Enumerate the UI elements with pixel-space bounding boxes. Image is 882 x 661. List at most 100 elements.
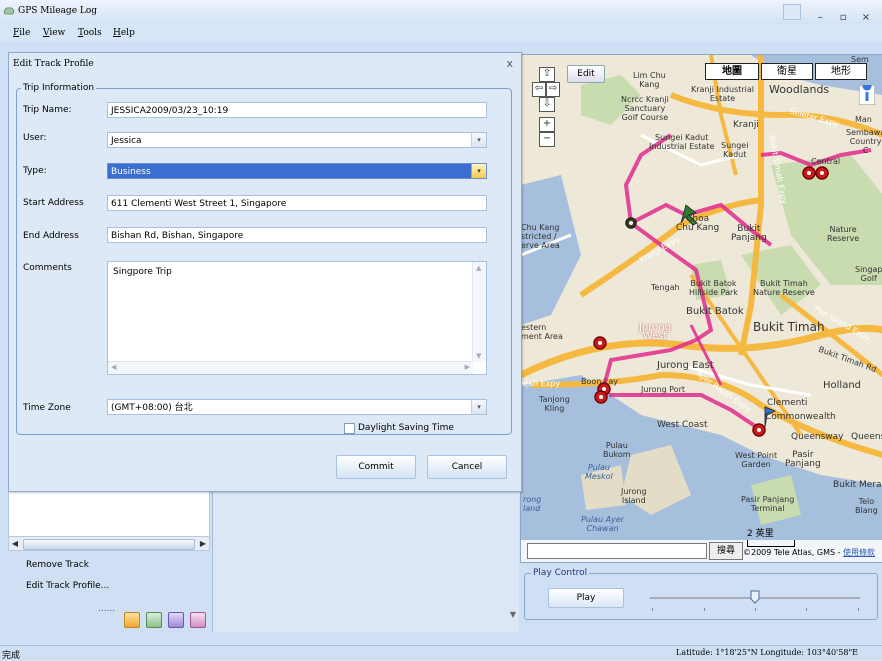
map-label: Sembawa Country C bbox=[846, 128, 882, 155]
map-label: Tengah bbox=[651, 283, 680, 292]
track-marker[interactable] bbox=[752, 423, 766, 437]
map-label: Jurong Port bbox=[641, 385, 685, 394]
map-edit-button[interactable]: Edit bbox=[567, 65, 605, 83]
map-label: West Coast bbox=[657, 420, 708, 430]
menu-help[interactable]: Help bbox=[113, 28, 135, 38]
zoom-out-icon[interactable]: − bbox=[539, 132, 555, 147]
trip-information-label: Trip Information bbox=[23, 83, 95, 93]
menu-view[interactable]: View bbox=[43, 28, 65, 38]
play-control-panel: Play Control Play bbox=[520, 566, 882, 630]
scroll-left-icon[interactable]: ◀ bbox=[111, 363, 116, 371]
map-label: Woodlands bbox=[769, 83, 830, 96]
slider-tick bbox=[652, 608, 653, 611]
details-scroll-down-icon[interactable]: ▼ bbox=[507, 610, 519, 630]
track-marker[interactable] bbox=[802, 166, 816, 180]
menu-bar: File View Tools Help bbox=[0, 24, 882, 42]
user-select[interactable]: Jessica ▾ bbox=[107, 132, 487, 148]
map-label: Queensway bbox=[791, 432, 844, 442]
map-view[interactable]: Lim Chu Kang Kranji Industrial Estate Wood… bbox=[520, 54, 882, 563]
scale-label: 2 英里 bbox=[747, 529, 774, 539]
type-select[interactable]: Business ▾ bbox=[107, 163, 487, 179]
track-list-hscroll[interactable]: ◀ ▶ bbox=[8, 536, 210, 551]
track-marker[interactable] bbox=[594, 390, 608, 404]
map-search-input[interactable] bbox=[527, 543, 707, 559]
scroll-down-icon[interactable]: ▼ bbox=[476, 352, 481, 360]
edit-track-profile-dialog: Edit Track Profile x Trip Information Tr… bbox=[8, 52, 522, 492]
pan-up-icon[interactable]: ⇧ bbox=[539, 67, 555, 82]
commit-button[interactable]: Commit bbox=[336, 455, 416, 479]
comments-textarea[interactable]: Singpore Trip ▲ ▼ ◀ ▶ bbox=[107, 261, 487, 375]
comments-vscroll[interactable]: ▲ ▼ bbox=[472, 262, 486, 362]
trip-name-label: Trip Name: bbox=[23, 105, 72, 115]
daylight-saving-checkbox[interactable] bbox=[344, 423, 355, 434]
terms-link[interactable]: 使用條款 bbox=[843, 548, 875, 557]
comments-label: Comments bbox=[23, 263, 72, 273]
map-label: Jurong Island bbox=[621, 487, 647, 505]
scroll-left-icon[interactable]: ◀ bbox=[9, 537, 21, 550]
track-marker[interactable] bbox=[625, 217, 637, 229]
zoom-in-icon[interactable]: + bbox=[539, 117, 555, 132]
map-label: Man bbox=[855, 115, 872, 124]
menu-file[interactable]: File bbox=[13, 28, 30, 38]
pan-down-icon[interactable]: ⇩ bbox=[539, 97, 555, 112]
window-controls: – ▫ × bbox=[783, 4, 876, 26]
dialog-close-icon[interactable]: x bbox=[506, 57, 513, 70]
status-bar: 完成 Latitude: 1°18'25"N Longitude: 103°40… bbox=[0, 645, 882, 661]
comments-hscroll[interactable]: ◀ ▶ bbox=[108, 361, 473, 374]
edit-track-profile-item[interactable]: Edit Track Profile... bbox=[26, 581, 109, 591]
map-type-map[interactable]: 地圖 bbox=[705, 63, 759, 80]
map-label: Jurong East bbox=[657, 360, 714, 371]
cancel-button[interactable]: Cancel bbox=[427, 455, 507, 479]
map-label: Choa Chu Kang bbox=[676, 214, 720, 233]
map-type-terrain[interactable]: 地形 bbox=[815, 63, 867, 80]
playback-slider-thumb[interactable] bbox=[750, 590, 760, 604]
scroll-right-icon[interactable]: ▶ bbox=[197, 537, 209, 550]
map-label: Chu Kang stricted / erve Area bbox=[521, 223, 560, 250]
chevron-down-icon[interactable]: ▾ bbox=[471, 164, 486, 178]
pegman-icon[interactable] bbox=[859, 85, 875, 105]
end-address-field[interactable]: Bishan Rd, Bishan, Singapore bbox=[107, 227, 487, 243]
map-type-satellite[interactable]: 衛星 bbox=[761, 63, 813, 80]
track-list[interactable] bbox=[8, 490, 210, 537]
time-zone-label: Time Zone bbox=[23, 403, 71, 413]
status-text: 完成 bbox=[2, 651, 21, 661]
map-label: Tanjong Kling bbox=[539, 395, 570, 413]
photos-icon[interactable] bbox=[189, 612, 206, 628]
slider-tick bbox=[858, 608, 859, 611]
scroll-right-icon[interactable]: ▶ bbox=[465, 363, 470, 371]
app-icon bbox=[3, 7, 15, 15]
notes-icon[interactable] bbox=[124, 612, 140, 628]
remove-track-item[interactable]: Remove Track bbox=[26, 560, 89, 570]
track-marker[interactable] bbox=[593, 336, 607, 350]
map-label: Bukit Panjang bbox=[731, 224, 767, 243]
splitter-grip[interactable]: ...... bbox=[98, 604, 115, 614]
map-label: Telo Blang bbox=[855, 497, 878, 515]
users-icon[interactable] bbox=[167, 612, 184, 628]
chevron-down-icon[interactable]: ▾ bbox=[471, 133, 486, 147]
chevron-down-icon[interactable]: ▾ bbox=[471, 400, 486, 414]
map-label: Pulau Ayer Chawan bbox=[581, 515, 625, 533]
scroll-up-icon[interactable]: ▲ bbox=[476, 264, 481, 272]
map-label: Bukit Timah Nature Reserve bbox=[753, 279, 815, 297]
restore-box-icon[interactable] bbox=[783, 4, 802, 20]
scroll-thumb[interactable] bbox=[23, 539, 195, 550]
daylight-saving-label[interactable]: Daylight Saving Time bbox=[358, 423, 454, 433]
start-address-field[interactable]: 611 Clementi West Street 1, Singapore bbox=[107, 195, 487, 211]
map-label: Nature Reserve bbox=[827, 225, 860, 243]
pan-right-icon[interactable]: ⇨ bbox=[546, 82, 560, 97]
track-marker[interactable] bbox=[815, 166, 829, 180]
trip-name-field[interactable]: JESSICA2009/03/23_10:19 bbox=[107, 102, 487, 118]
time-zone-select[interactable]: (GMT+08:00) 台北 ▾ bbox=[107, 399, 487, 415]
map-label: Lim Chu Kang bbox=[633, 71, 666, 89]
map-label: Holland bbox=[823, 380, 862, 391]
end-address-label: End Address bbox=[23, 231, 79, 241]
map-label: Bukit Batok bbox=[686, 306, 744, 317]
map-icon[interactable] bbox=[145, 612, 162, 628]
pan-left-icon[interactable]: ⇦ bbox=[532, 82, 546, 97]
type-label: Type: bbox=[23, 166, 47, 176]
dialog-title: Edit Track Profile bbox=[13, 59, 94, 69]
map-search-button[interactable]: 搜尋 bbox=[709, 542, 743, 560]
map-label: Jurong West bbox=[639, 322, 671, 342]
menu-tools[interactable]: Tools bbox=[78, 28, 102, 38]
play-button[interactable]: Play bbox=[548, 588, 624, 608]
